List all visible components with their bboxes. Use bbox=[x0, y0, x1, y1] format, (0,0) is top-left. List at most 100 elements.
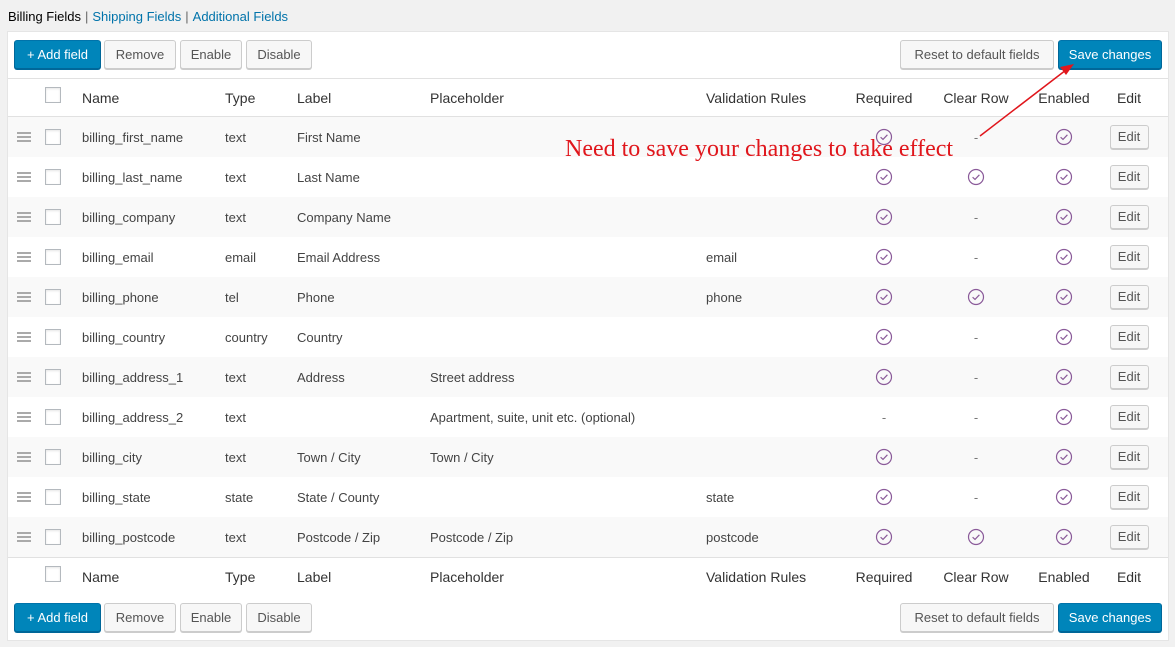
select-all-checkbox-footer[interactable] bbox=[45, 565, 61, 582]
clear-row-cell: - bbox=[936, 317, 1016, 357]
edit-cell: Edit bbox=[1106, 437, 1152, 477]
column-footer-required: Required bbox=[855, 568, 913, 585]
field-label: Country bbox=[297, 329, 343, 345]
required-check-icon bbox=[875, 288, 893, 306]
row-select-checkbox[interactable] bbox=[45, 329, 61, 345]
row-select-checkbox[interactable] bbox=[45, 169, 61, 185]
reset-default-fields-button[interactable]: Reset to default fields bbox=[900, 40, 1054, 69]
drag-handle[interactable] bbox=[16, 517, 32, 557]
row-select-checkbox[interactable] bbox=[45, 129, 61, 145]
column-header-name[interactable]: Name bbox=[82, 79, 119, 116]
required-cell bbox=[844, 357, 924, 397]
disable-button[interactable]: Disable bbox=[246, 40, 312, 69]
enable-button-bottom[interactable]: Enable bbox=[180, 603, 242, 632]
table-row: billing_country country Country - Edit bbox=[8, 317, 1168, 357]
clear-row-check-icon bbox=[967, 528, 985, 546]
row-select-checkbox[interactable] bbox=[45, 249, 61, 265]
drag-handle[interactable] bbox=[16, 397, 32, 437]
enable-button[interactable]: Enable bbox=[180, 40, 242, 69]
row-select-cell bbox=[45, 397, 61, 437]
column-footer-name[interactable]: Name bbox=[82, 558, 119, 595]
column-footer-enabled: Enabled bbox=[1038, 568, 1090, 585]
required-cell bbox=[844, 517, 924, 557]
field-type: text bbox=[225, 449, 246, 465]
edit-cell: Edit bbox=[1106, 477, 1152, 517]
field-name: billing_company bbox=[82, 209, 176, 225]
enabled-check-icon bbox=[1055, 528, 1073, 546]
row-select-checkbox[interactable] bbox=[45, 449, 61, 465]
field-label: Email Address bbox=[297, 249, 381, 265]
clear-row-check-icon bbox=[967, 288, 985, 306]
edit-field-button[interactable]: Edit bbox=[1109, 125, 1149, 149]
drag-handle[interactable] bbox=[16, 197, 32, 237]
row-select-cell bbox=[45, 477, 61, 517]
drag-handle[interactable] bbox=[16, 157, 32, 197]
field-validation: email bbox=[706, 249, 738, 265]
enabled-check-icon bbox=[1055, 488, 1073, 506]
save-changes-button[interactable]: Save changes bbox=[1058, 40, 1162, 69]
table-row: billing_email email Email Address email - Edi… bbox=[8, 237, 1168, 277]
add-field-button[interactable]: + Add field bbox=[14, 40, 101, 69]
bottom-toolbar: + Add field Remove Enable Disable Reset … bbox=[14, 603, 1162, 633]
clear-row-cell: - bbox=[936, 397, 1016, 437]
edit-field-button[interactable]: Edit bbox=[1109, 205, 1149, 229]
edit-field-button[interactable]: Edit bbox=[1109, 485, 1149, 509]
edit-cell: Edit bbox=[1106, 397, 1152, 437]
table-footer-row: Name Type Label Placeholder Validation R… bbox=[8, 557, 1168, 595]
row-select-checkbox[interactable] bbox=[45, 529, 61, 545]
table-row: billing_last_name text Last Name Edit bbox=[8, 157, 1168, 197]
subnav-shipping-link[interactable]: Shipping Fields bbox=[92, 9, 181, 24]
field-name: billing_city bbox=[82, 449, 142, 465]
edit-field-button[interactable]: Edit bbox=[1109, 365, 1149, 389]
fields-panel: + Add field Remove Enable Disable Reset … bbox=[7, 31, 1169, 641]
required-cell bbox=[844, 237, 924, 277]
edit-field-button[interactable]: Edit bbox=[1109, 325, 1149, 349]
field-validation: phone bbox=[706, 289, 743, 305]
row-select-checkbox[interactable] bbox=[45, 289, 61, 305]
drag-handle[interactable] bbox=[16, 237, 32, 277]
edit-field-button[interactable]: Edit bbox=[1109, 445, 1149, 469]
edit-field-button[interactable]: Edit bbox=[1109, 165, 1149, 189]
table-row: billing_city text Town / City Town / City - E… bbox=[8, 437, 1168, 477]
edit-field-button[interactable]: Edit bbox=[1109, 245, 1149, 269]
field-name: billing_last_name bbox=[82, 169, 183, 185]
enabled-check-icon bbox=[1055, 208, 1073, 226]
clear-row-dash: - bbox=[973, 129, 979, 145]
remove-button[interactable]: Remove bbox=[104, 40, 176, 69]
save-changes-button-bottom[interactable]: Save changes bbox=[1058, 603, 1162, 632]
row-select-checkbox[interactable] bbox=[45, 409, 61, 425]
disable-button-bottom[interactable]: Disable bbox=[246, 603, 312, 632]
row-select-cell bbox=[45, 237, 61, 277]
row-select-cell bbox=[45, 117, 61, 157]
drag-handle[interactable] bbox=[16, 117, 32, 157]
field-validation: postcode bbox=[706, 529, 759, 545]
clear-row-cell: - bbox=[936, 357, 1016, 397]
drag-handle[interactable] bbox=[16, 437, 32, 477]
add-field-button-bottom[interactable]: + Add field bbox=[14, 603, 101, 632]
edit-cell: Edit bbox=[1106, 117, 1152, 157]
drag-handle[interactable] bbox=[16, 277, 32, 317]
column-header-type: Type bbox=[225, 89, 256, 106]
drag-handle[interactable] bbox=[16, 477, 32, 517]
required-cell bbox=[844, 157, 924, 197]
enabled-cell bbox=[1024, 117, 1104, 157]
drag-handle[interactable] bbox=[16, 317, 32, 357]
remove-button-bottom[interactable]: Remove bbox=[104, 603, 176, 632]
clear-row-cell: - bbox=[936, 437, 1016, 477]
reset-default-fields-button-bottom[interactable]: Reset to default fields bbox=[900, 603, 1054, 632]
subnav-additional-link[interactable]: Additional Fields bbox=[193, 9, 288, 24]
edit-field-button[interactable]: Edit bbox=[1109, 405, 1149, 429]
enabled-check-icon bbox=[1055, 448, 1073, 466]
row-select-checkbox[interactable] bbox=[45, 209, 61, 225]
field-type: country bbox=[225, 329, 268, 345]
drag-handle[interactable] bbox=[16, 357, 32, 397]
clear-row-dash: - bbox=[973, 329, 979, 345]
select-all-checkbox[interactable] bbox=[45, 86, 61, 103]
row-select-checkbox[interactable] bbox=[45, 369, 61, 385]
edit-field-button[interactable]: Edit bbox=[1109, 285, 1149, 309]
enabled-check-icon bbox=[1055, 248, 1073, 266]
row-select-checkbox[interactable] bbox=[45, 489, 61, 505]
required-cell bbox=[844, 317, 924, 357]
edit-field-button[interactable]: Edit bbox=[1109, 525, 1149, 549]
column-footer-clear-row: Clear Row bbox=[943, 568, 1009, 585]
